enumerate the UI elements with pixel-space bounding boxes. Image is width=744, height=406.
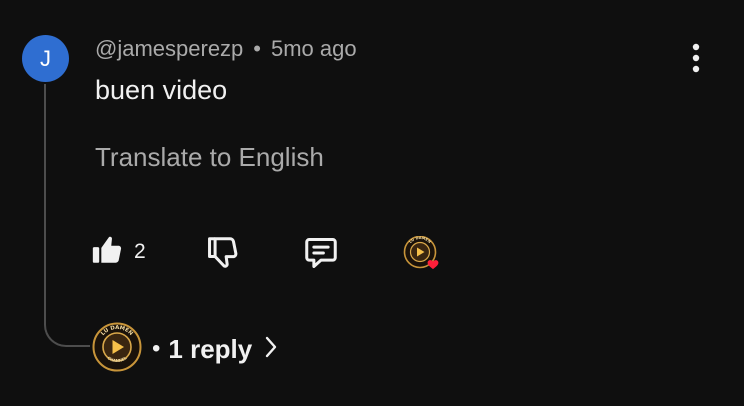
channel-logo-icon: LU DAMEN <box>403 235 439 270</box>
dislike-button[interactable] <box>204 234 242 272</box>
thumbs-up-icon <box>90 233 124 272</box>
replies-separator: • <box>152 335 161 362</box>
comment-bubble-icon <box>302 238 340 276</box>
translate-button[interactable]: Translate to English <box>95 142 324 173</box>
comment-text: buen video <box>95 75 228 105</box>
comment-timestamp[interactable]: 5mo ago <box>271 36 357 62</box>
avatar-initial: J <box>40 45 51 71</box>
thread-connector-line <box>44 84 90 347</box>
thumbs-down-icon <box>204 237 242 276</box>
replies-count-label: 1 reply <box>168 333 253 364</box>
meta-separator: • <box>253 36 261 61</box>
comment-thread: J @jamesperezp • 5mo ago buen video Tran… <box>0 0 744 406</box>
like-count: 2 <box>134 240 146 263</box>
comment-meta: @jamesperezp • 5mo ago <box>95 36 357 62</box>
replier-avatar: LU DAMEN CHANNEL <box>92 322 142 377</box>
channel-logo-icon: LU DAMEN CHANNEL <box>92 322 142 371</box>
author-handle[interactable]: @jamesperezp <box>95 36 243 62</box>
reply-button[interactable] <box>302 234 340 272</box>
chevron-right-icon <box>264 336 278 363</box>
creator-heart-badge: LU DAMEN <box>403 235 445 276</box>
avatar[interactable]: J <box>22 35 69 82</box>
more-options-icon[interactable] <box>682 40 710 76</box>
like-button[interactable]: 2 <box>90 232 146 272</box>
view-replies-button[interactable]: LU DAMEN CHANNEL • 1 reply <box>92 322 278 377</box>
